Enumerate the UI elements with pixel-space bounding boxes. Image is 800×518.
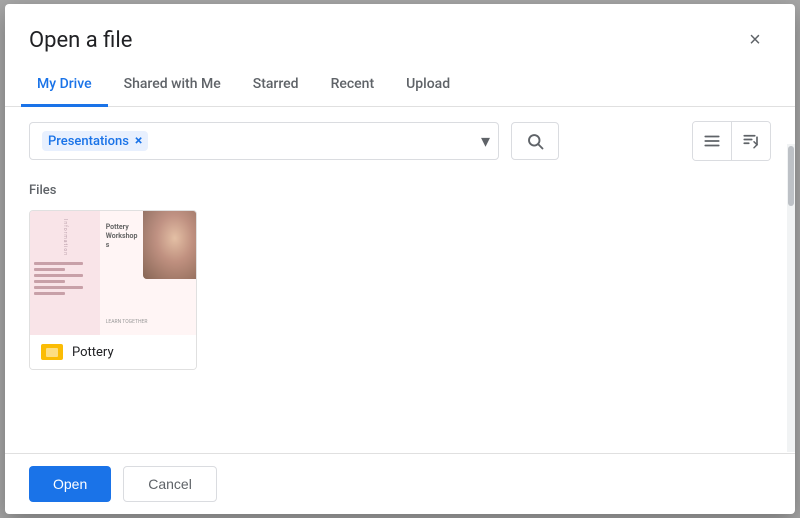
file-thumbnail: Information	[30, 211, 196, 335]
file-type-icon	[40, 343, 64, 361]
files-grid: Information	[29, 210, 771, 370]
thumb-right-panel: PotteryWorkshops LEARN TOGETHER	[100, 211, 196, 335]
tab-recent[interactable]: Recent	[315, 64, 391, 107]
dialog-header: Open a file ×	[5, 4, 795, 56]
dialog-title: Open a file	[29, 28, 132, 53]
filter-chip-remove[interactable]: ×	[135, 133, 142, 149]
thumb-lines	[34, 262, 96, 295]
slides-icon-inner	[46, 348, 58, 357]
thumb-line	[34, 268, 65, 271]
search-icon	[526, 132, 544, 150]
thumb-line	[34, 292, 65, 295]
content-area: Files Information	[5, 175, 795, 453]
thumb-line	[34, 286, 83, 289]
thumb-subtitle: LEARN TOGETHER	[106, 319, 190, 325]
slides-icon	[41, 344, 63, 360]
open-file-dialog: Open a file × My Drive Shared with Me St…	[5, 4, 795, 514]
thumb-left-panel: Information	[30, 211, 100, 335]
dialog-footer: Open Cancel	[5, 453, 795, 514]
tab-my-drive[interactable]: My Drive	[21, 64, 108, 107]
filter-dropdown[interactable]: Presentations × ▾	[29, 122, 499, 160]
filter-chip: Presentations ×	[42, 131, 148, 151]
tab-upload[interactable]: Upload	[390, 64, 466, 107]
list-view-icon	[703, 132, 721, 150]
tabs-bar: My Drive Shared with Me Starred Recent U…	[5, 64, 795, 107]
scrollbar-thumb	[788, 146, 794, 206]
thumb-line	[34, 262, 83, 265]
thumb-line	[34, 274, 83, 277]
thumb-line	[34, 280, 65, 283]
file-name: Pottery	[72, 345, 114, 360]
tab-starred[interactable]: Starred	[237, 64, 315, 107]
thumb-photo	[143, 211, 196, 279]
list-view-button[interactable]	[693, 122, 732, 160]
close-button[interactable]: ×	[739, 24, 771, 56]
open-button[interactable]: Open	[29, 466, 111, 502]
toolbar: Presentations × ▾	[5, 107, 795, 175]
search-button[interactable]	[511, 122, 559, 160]
sort-buttons	[692, 121, 771, 161]
sort-button[interactable]	[732, 122, 770, 160]
filter-chip-label: Presentations	[48, 134, 129, 149]
tab-shared-with-me[interactable]: Shared with Me	[108, 64, 237, 107]
filter-arrow: ▾	[481, 131, 490, 152]
scrollbar-track[interactable]	[787, 144, 795, 452]
files-section-label: Files	[29, 183, 771, 198]
sort-icon	[742, 132, 760, 150]
cancel-button[interactable]: Cancel	[123, 466, 217, 502]
file-card-pottery[interactable]: Information	[29, 210, 197, 370]
file-footer: Pottery	[30, 335, 196, 369]
